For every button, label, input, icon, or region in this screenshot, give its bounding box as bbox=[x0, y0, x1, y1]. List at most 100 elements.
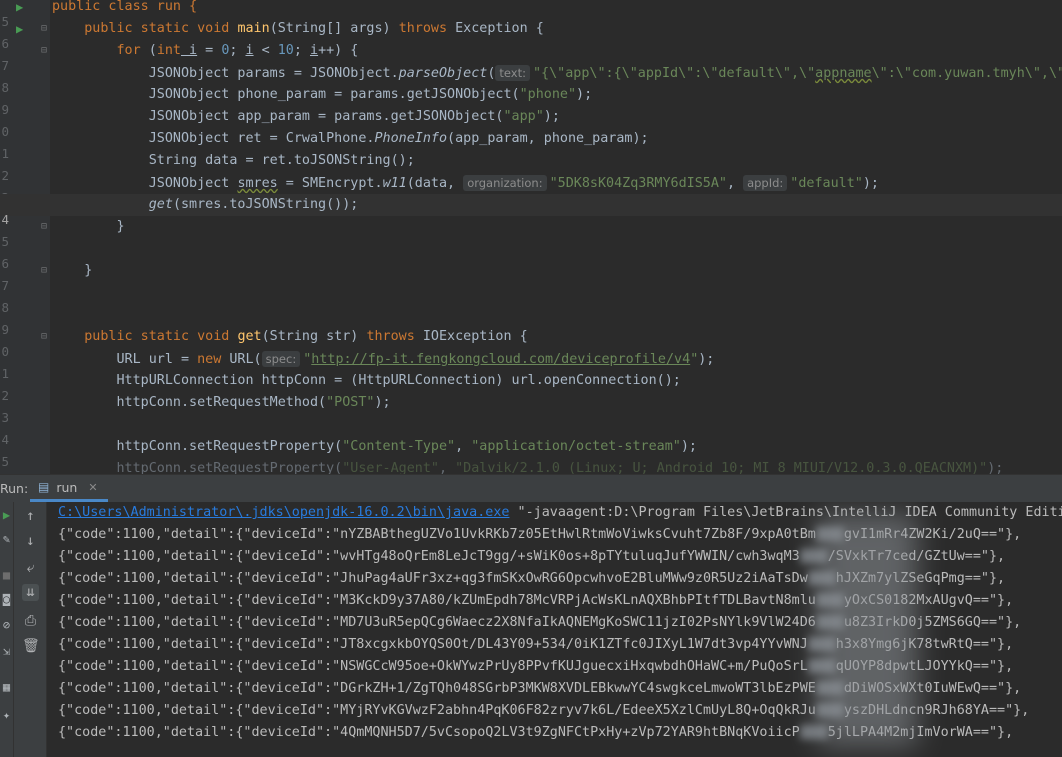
string-literal: "Content-Type" bbox=[342, 439, 456, 454]
code-text: URL( bbox=[221, 352, 262, 367]
keyword: new bbox=[197, 352, 222, 367]
code-line: 0 ⊟ public static void get(String str) t… bbox=[0, 326, 1062, 359]
console-text: {"code":1100,"detail":{"deviceId":"DGrkZ… bbox=[58, 681, 816, 696]
code-line: 7 ⊟ } bbox=[0, 260, 1062, 293]
close-icon[interactable]: ✕ bbox=[88, 481, 97, 494]
code-text: JSONObject params = JSONObject. bbox=[148, 66, 399, 81]
string-literal: \":\"com.yuwan.tmyh\",\"a bbox=[871, 66, 1062, 81]
url-string[interactable]: http://fp-it.fengkongcloud.com/devicepro… bbox=[311, 352, 690, 367]
parameter-hint: spec: bbox=[261, 351, 301, 367]
string-literal: "{\"app\":{\"appId\":\"default\",\" bbox=[533, 66, 816, 81]
code-editor[interactable]: 5 ▶ public class run { 6 ▶ ⊟ public stat… bbox=[0, 0, 1062, 474]
java-exe-link[interactable]: C:\Users\Administrator\.jdks\openjdk-16.… bbox=[58, 505, 509, 520]
layout-icon[interactable]: ▦ bbox=[0, 680, 13, 694]
console-text: {"code":1100,"detail":{"deviceId":"M3Kck… bbox=[58, 593, 816, 608]
code-line: 6 httpConn.setRequestProperty("User-Agen… bbox=[0, 458, 1062, 474]
code-text: ); bbox=[987, 461, 1004, 474]
run-gutter-icon[interactable]: ▶ bbox=[16, 0, 23, 18]
parameter-hint: organization: bbox=[463, 175, 547, 191]
code-line: 8 bbox=[0, 282, 1062, 315]
string-literal: "phone" bbox=[519, 87, 577, 102]
variable: smres bbox=[237, 176, 278, 191]
code-text: httpConn.setRequestProperty( bbox=[116, 461, 343, 474]
code-text: JSONObject phone_param = params.getJSONO… bbox=[148, 87, 520, 102]
code-text: ); bbox=[862, 176, 879, 191]
code-line: 9 JSONObject phone_param = params.getJSO… bbox=[0, 84, 1062, 117]
code-line: 8 JSONObject params = JSONObject.parseOb… bbox=[0, 62, 1062, 95]
code-line: 9 bbox=[0, 304, 1062, 337]
code-text: , bbox=[438, 461, 456, 474]
tab-run[interactable]: ▤ run ✕ bbox=[30, 475, 108, 502]
console-text: {"code":1100,"detail":{"deviceId":"wvHTg… bbox=[58, 549, 800, 564]
clear-all-icon[interactable]: 🗑 bbox=[22, 638, 40, 655]
scroll-up-icon[interactable]: ↑ bbox=[22, 508, 39, 525]
code-text: ); bbox=[576, 87, 593, 102]
keyword: for bbox=[116, 43, 141, 58]
code-text: (String str) bbox=[261, 329, 367, 344]
code-text: JSONObject bbox=[148, 176, 238, 191]
left-action-strip: ▶ ✎ ■ ◙ ⊘ ⇲ ▦ ✦ bbox=[0, 502, 14, 757]
keyword: int bbox=[156, 43, 181, 58]
code-line: 2 String data = ret.toJSONString(); bbox=[0, 150, 1062, 183]
code-text: ( bbox=[140, 43, 157, 58]
code-text: ); bbox=[543, 109, 560, 124]
code-text: (data, bbox=[406, 176, 464, 191]
fold-icon[interactable]: ⊟ bbox=[41, 326, 47, 348]
keyword: public static void bbox=[84, 329, 238, 344]
camera-icon[interactable]: ◙ bbox=[0, 592, 13, 606]
code-text: httpConn.setRequestMethod( bbox=[116, 395, 327, 410]
restore-layout-icon[interactable]: ⇲ bbox=[0, 644, 13, 658]
run-config-icon: ▤ bbox=[38, 480, 50, 494]
code-line: 1 URL url = new URL(spec: "http://fp-it.f… bbox=[0, 348, 1062, 381]
fold-icon[interactable]: ⊟ bbox=[41, 40, 47, 62]
pin-icon[interactable]: ✦ bbox=[0, 708, 13, 722]
code-text: (smres.toJSONString()); bbox=[172, 197, 359, 212]
string-literal: "5DK8sK04Zq3RMY6dIS5A" bbox=[549, 176, 727, 191]
wrench-icon[interactable]: ✎ bbox=[0, 532, 13, 546]
stop-icon[interactable]: ■ bbox=[0, 568, 13, 582]
scroll-to-end-icon[interactable]: ⇊ bbox=[22, 584, 39, 601]
code-line: 4 bbox=[0, 414, 1062, 447]
string-literal: "POST" bbox=[326, 395, 375, 410]
console-text: {"code":1100,"detail":{"deviceId":"MYjRY… bbox=[58, 703, 816, 718]
redaction-blur bbox=[817, 514, 917, 746]
rerun-icon[interactable]: ▶ bbox=[0, 508, 13, 522]
code-line: 3 JSONObject smres = SMEncrypt.w11(data,… bbox=[0, 172, 1062, 205]
code-line: 7 ⊟ for (int i = 0; i < 10; i++) { bbox=[0, 40, 1062, 73]
string-literal: "User-Agent" bbox=[342, 461, 439, 474]
exit-icon[interactable]: ⊘ bbox=[0, 618, 13, 632]
code-text: ; bbox=[293, 43, 310, 58]
string-literal: "app" bbox=[503, 109, 544, 124]
code-text: ); bbox=[698, 352, 715, 367]
method-name: main bbox=[237, 21, 270, 36]
run-tool-window-header: Run: ▤ run ✕ bbox=[0, 474, 1062, 503]
fold-icon[interactable]: ⊟ bbox=[41, 18, 47, 40]
method-call: parseObject bbox=[398, 66, 488, 81]
fold-icon[interactable]: ⊟ bbox=[41, 260, 47, 282]
code-text: , bbox=[455, 439, 472, 454]
parameter-hint: appId: bbox=[743, 175, 788, 191]
code-text: URL url = bbox=[116, 352, 198, 367]
code-line: 1 JSONObject ret = CrwalPhone.PhoneInfo(… bbox=[0, 128, 1062, 161]
console-toolbar: ↑ ↓ ⤶ ⇊ ⎙ 🗑 bbox=[14, 502, 47, 757]
run-gutter-icon[interactable]: ▶ bbox=[16, 18, 23, 40]
code-line: 5 httpConn.setRequestProperty("Content-T… bbox=[0, 436, 1062, 469]
print-icon[interactable]: ⎙ bbox=[22, 613, 39, 630]
console-text: {"code":1100,"detail":{"deviceId":"nYZBA… bbox=[58, 527, 816, 542]
method-call: w11 bbox=[382, 176, 407, 191]
console-text: {"code":1100,"detail":{"deviceId":"4QmMQ… bbox=[58, 725, 800, 740]
soft-wrap-icon[interactable]: ⤶ bbox=[22, 560, 39, 577]
method-call: get bbox=[148, 197, 173, 212]
console-text: {"code":1100,"detail":{"deviceId":"NSWGC… bbox=[58, 659, 808, 674]
scroll-down-icon[interactable]: ↓ bbox=[22, 533, 39, 550]
code-text: Exception { bbox=[447, 21, 544, 36]
console-output[interactable]: C:\Users\Administrator\.jdks\openjdk-16.… bbox=[47, 502, 1062, 757]
fold-icon[interactable]: ⊟ bbox=[41, 216, 47, 238]
code-text: String data = ret.toJSONString(); bbox=[148, 153, 415, 168]
number: 10 bbox=[277, 43, 294, 58]
code-text: = SMEncrypt. bbox=[277, 176, 383, 191]
code-text: JSONObject app_param = params.getJSONObj… bbox=[148, 109, 504, 124]
console-command-args: "-javaagent:D:\Program Files\JetBrains\I… bbox=[509, 505, 1062, 520]
tab-label: run bbox=[56, 479, 78, 495]
code-text: ); bbox=[680, 439, 697, 454]
